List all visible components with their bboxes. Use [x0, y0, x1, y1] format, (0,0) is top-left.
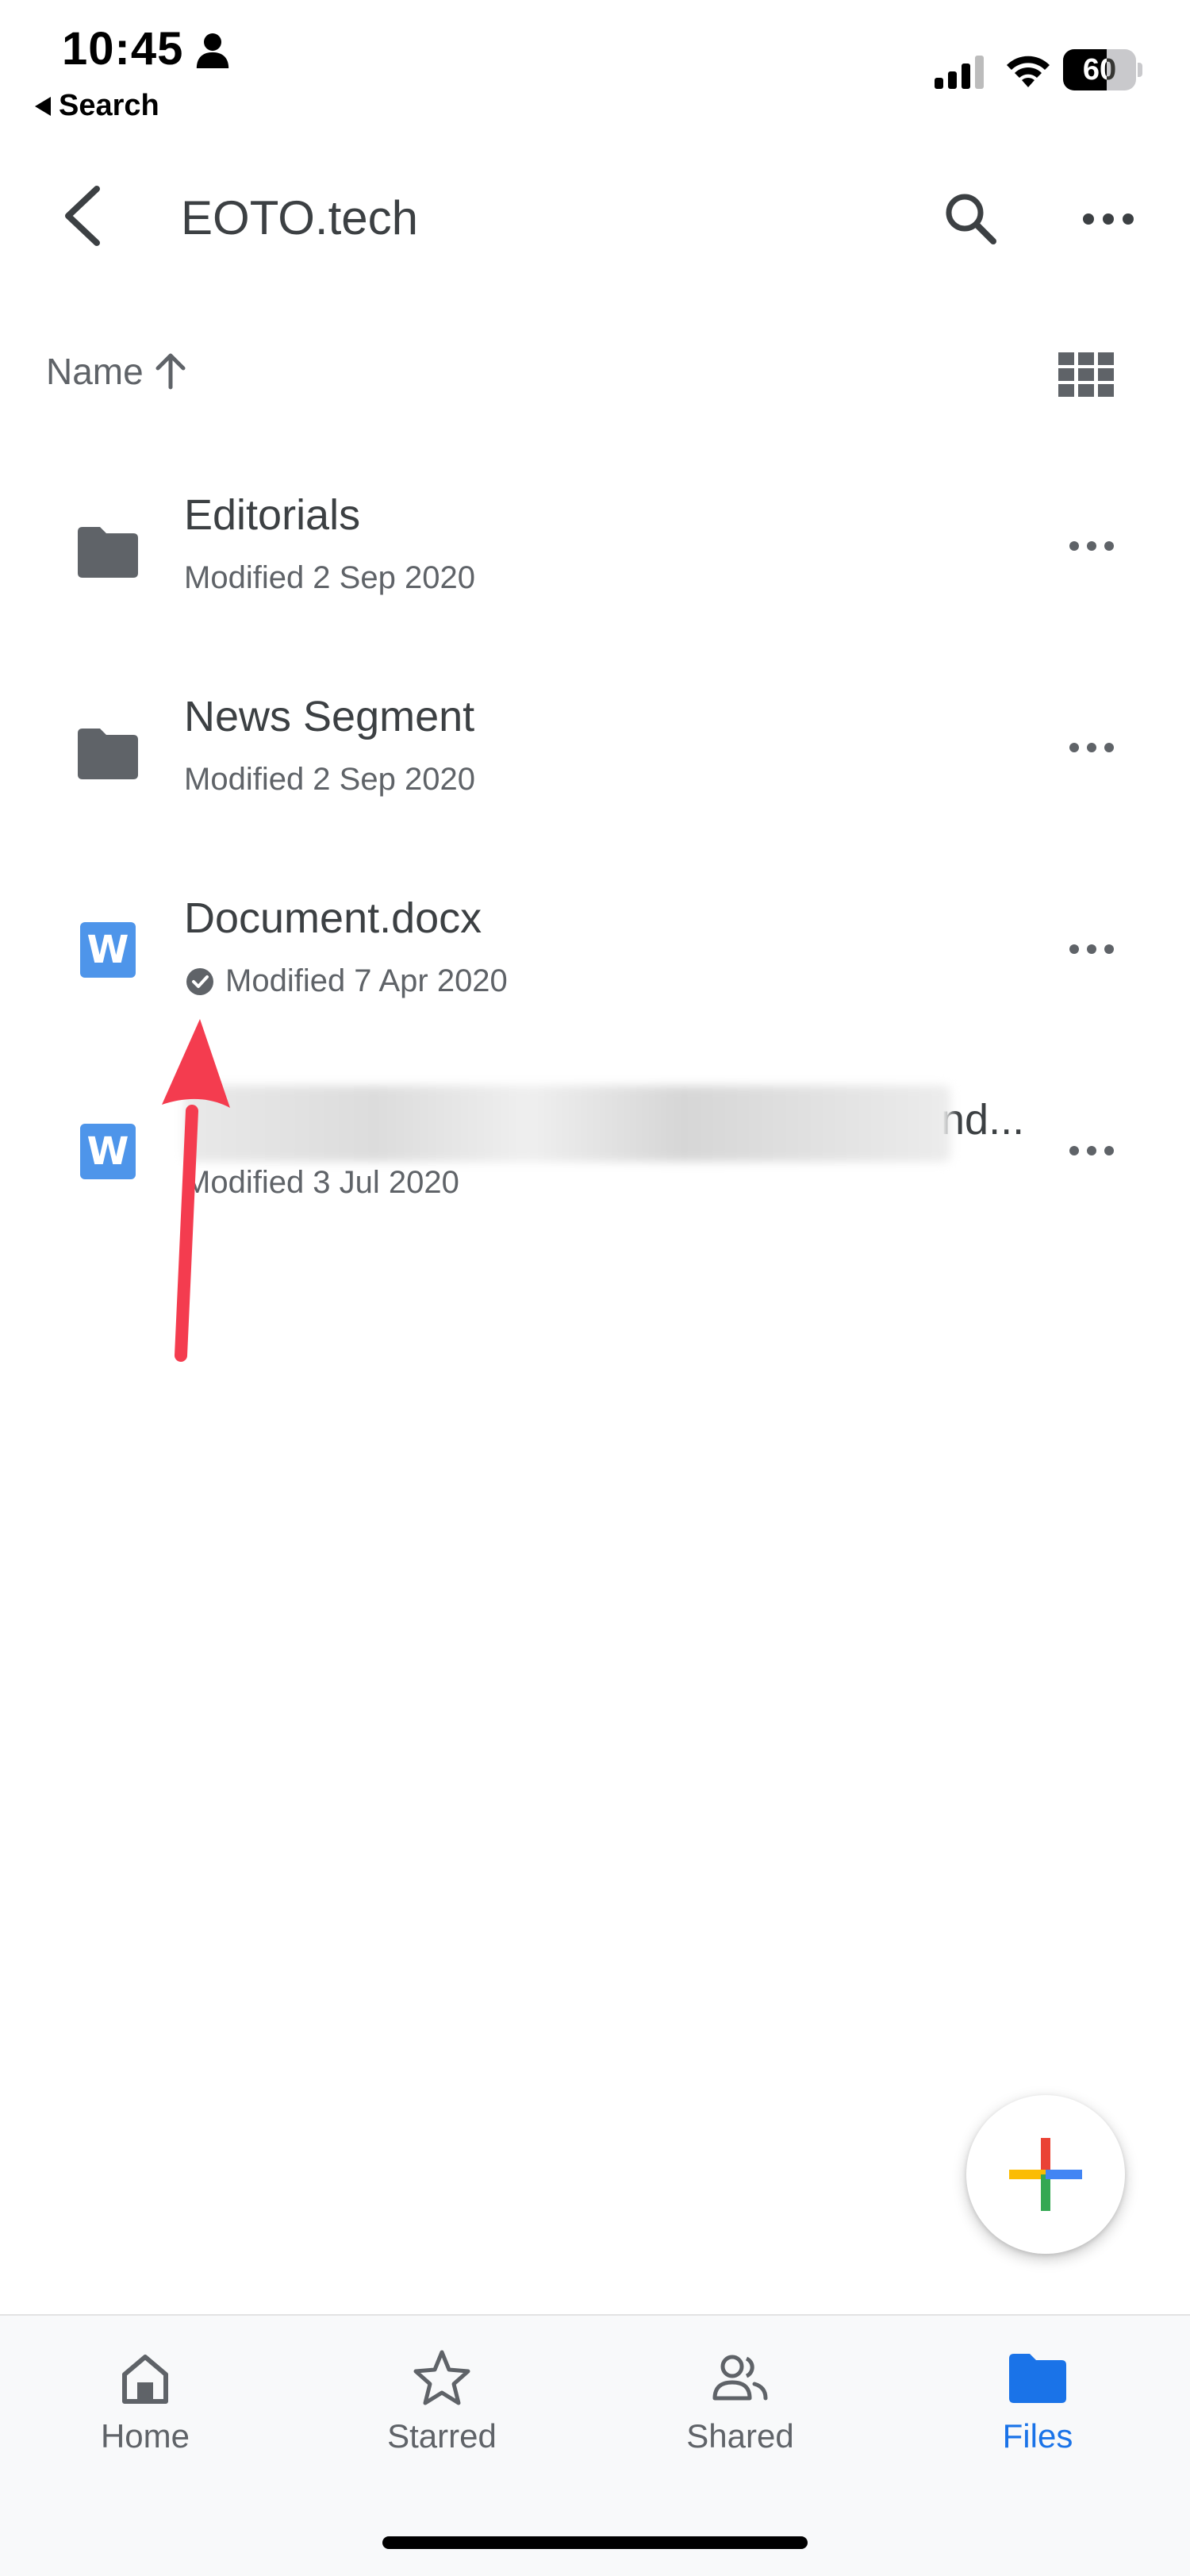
status-time: 10:45 [62, 23, 184, 75]
folder-icon [1009, 2354, 1066, 2403]
cellular-signal-icon [935, 56, 984, 89]
back-arrow-icon[interactable] [56, 183, 111, 249]
tab-files[interactable]: Files [942, 2347, 1133, 2455]
people-icon [712, 2355, 768, 2401]
battery-percent: 60 [1082, 52, 1117, 87]
file-name: News Segment [184, 693, 475, 740]
more-horiz-icon[interactable] [1068, 940, 1115, 959]
more-horiz-icon[interactable] [1068, 738, 1115, 757]
offline-available-icon [186, 967, 213, 995]
sort-by-name-button[interactable]: Name [46, 349, 193, 394]
page-title: EOTO.tech [181, 191, 419, 244]
back-to-search[interactable]: Search [35, 89, 159, 123]
tab-home-label: Home [100, 2417, 190, 2455]
file-modified-text: Modified 2 Sep 2020 [184, 762, 475, 797]
person-icon [196, 33, 229, 68]
tab-files-label: Files [1002, 2417, 1073, 2455]
annotation-arrow [162, 1019, 230, 1362]
arrow-up-icon [155, 353, 186, 390]
star-icon [413, 2350, 470, 2405]
file-modified: Modified 2 Sep 2020 [184, 762, 475, 798]
plus-icon [1009, 2138, 1082, 2211]
back-to-search-label: Search [59, 89, 159, 122]
tab-shared-label: Shared [686, 2417, 794, 2455]
file-name: Document.docx [184, 894, 482, 942]
home-indicator [382, 2536, 808, 2549]
word-file-icon: W [80, 922, 136, 978]
more-horiz-icon[interactable] [1068, 1141, 1115, 1160]
file-modified-text: Modified 7 Apr 2020 [225, 963, 508, 998]
more-horiz-icon[interactable] [1068, 536, 1115, 556]
file-name: nd... [941, 1096, 1025, 1144]
folder-icon [78, 527, 138, 578]
file-row-news-segment[interactable]: News Segment Modified 2 Sep 2020 [0, 670, 1190, 871]
tab-starred-label: Starred [387, 2417, 497, 2455]
more-horiz-icon[interactable] [1081, 195, 1136, 243]
obscured-file-name [184, 1086, 950, 1162]
file-modified: Modified 7 Apr 2020 [184, 963, 508, 999]
tab-starred[interactable]: Starred [347, 2347, 537, 2455]
battery-indicator: 60 [1063, 49, 1142, 90]
file-name: Editorials [184, 491, 361, 539]
home-icon [122, 2355, 168, 2404]
search-icon[interactable] [939, 187, 1003, 251]
file-modified: Modified 2 Sep 2020 [184, 560, 475, 596]
sort-label: Name [46, 351, 144, 392]
back-triangle-icon [35, 96, 51, 116]
tab-shared[interactable]: Shared [645, 2347, 835, 2455]
tab-home[interactable]: Home [50, 2347, 240, 2455]
file-modified-text: Modified 2 Sep 2020 [184, 560, 475, 595]
grid-view-icon[interactable] [1058, 352, 1114, 397]
word-file-icon: W [80, 1124, 136, 1179]
folder-icon [78, 729, 138, 779]
file-row-editorials[interactable]: Editorials Modified 2 Sep 2020 [0, 468, 1190, 670]
wifi-icon [1007, 56, 1050, 87]
new-button[interactable] [966, 2095, 1125, 2254]
